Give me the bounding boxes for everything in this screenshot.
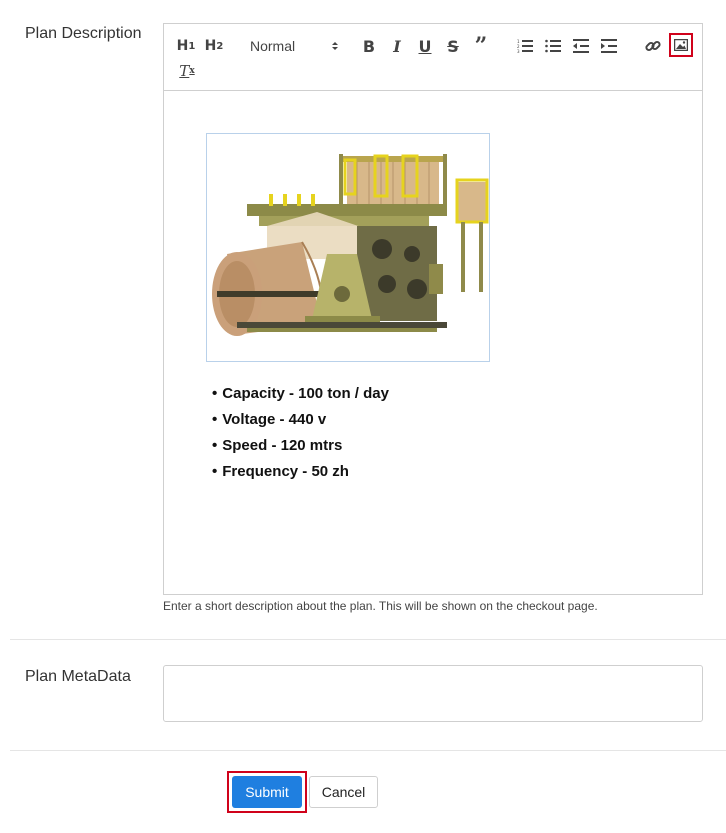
heading-1-label: H: [176, 38, 189, 54]
image-icon: [674, 39, 688, 51]
divider: [10, 639, 726, 640]
spec-list: Capacity - 100 ton / day Voltage - 440 v…: [212, 381, 389, 485]
format-select[interactable]: Normal: [250, 34, 340, 58]
plan-form: Plan Description H1 H2 Normal B I U S ” …: [0, 0, 726, 833]
image-button[interactable]: [669, 33, 693, 57]
ordered-list-button[interactable]: 123: [514, 34, 536, 58]
editor-content[interactable]: Capacity - 100 ton / day Voltage - 440 v…: [164, 91, 702, 595]
clear-format-button[interactable]: Tx: [177, 59, 197, 83]
rich-text-editor: H1 H2 Normal B I U S ” 123 T x • Capacit…: [163, 23, 703, 595]
spec-item: Capacity - 100 ton / day: [212, 381, 389, 407]
link-button[interactable]: [642, 34, 664, 58]
ordered-list-icon: 123: [517, 39, 533, 53]
italic-button[interactable]: I: [388, 34, 406, 58]
heading-1-button[interactable]: H1: [175, 34, 197, 58]
indent-icon: [601, 39, 617, 53]
machine-image[interactable]: [206, 133, 490, 362]
link-icon: [645, 38, 661, 54]
bold-button[interactable]: B: [360, 34, 378, 58]
divider: [10, 750, 726, 751]
heading-2-button[interactable]: H2: [203, 34, 225, 58]
blockquote-button[interactable]: ”: [472, 34, 490, 58]
editor-toolbar: H1 H2 Normal B I U S ” 123 T x: [164, 24, 702, 91]
bullet-list-icon: [545, 39, 561, 53]
strike-button[interactable]: S: [444, 34, 462, 58]
clear-format-sub: x: [189, 66, 195, 76]
chevron-updown-icon: [330, 40, 340, 52]
plan-description-label: Plan Description: [25, 25, 142, 42]
spec-item: Voltage - 440 v: [212, 407, 389, 433]
paper-machine-illustration: [212, 154, 489, 336]
spec-item: Speed - 120 mtrs: [212, 433, 389, 459]
submit-button[interactable]: Submit: [232, 776, 302, 808]
indent-button[interactable]: [598, 34, 620, 58]
heading-2-sub: 2: [216, 40, 224, 52]
bullet-list-button[interactable]: [542, 34, 564, 58]
format-select-value: Normal: [250, 38, 296, 54]
plan-metadata-label: Plan MetaData: [25, 668, 131, 685]
plan-metadata-input[interactable]: [163, 665, 703, 722]
outdent-icon: [573, 39, 589, 53]
svg-text:3: 3: [517, 49, 520, 53]
outdent-button[interactable]: [570, 34, 592, 58]
description-help-text: Enter a short description about the plan…: [163, 599, 598, 613]
submit-highlight: Submit: [227, 771, 307, 813]
underline-button[interactable]: U: [416, 34, 434, 58]
heading-1-sub: 1: [188, 40, 196, 52]
cancel-button[interactable]: Cancel: [309, 776, 378, 808]
clear-format-icon: T: [179, 62, 190, 80]
heading-2-label: H: [204, 38, 217, 54]
spec-item: Frequency - 50 zh: [212, 459, 389, 485]
